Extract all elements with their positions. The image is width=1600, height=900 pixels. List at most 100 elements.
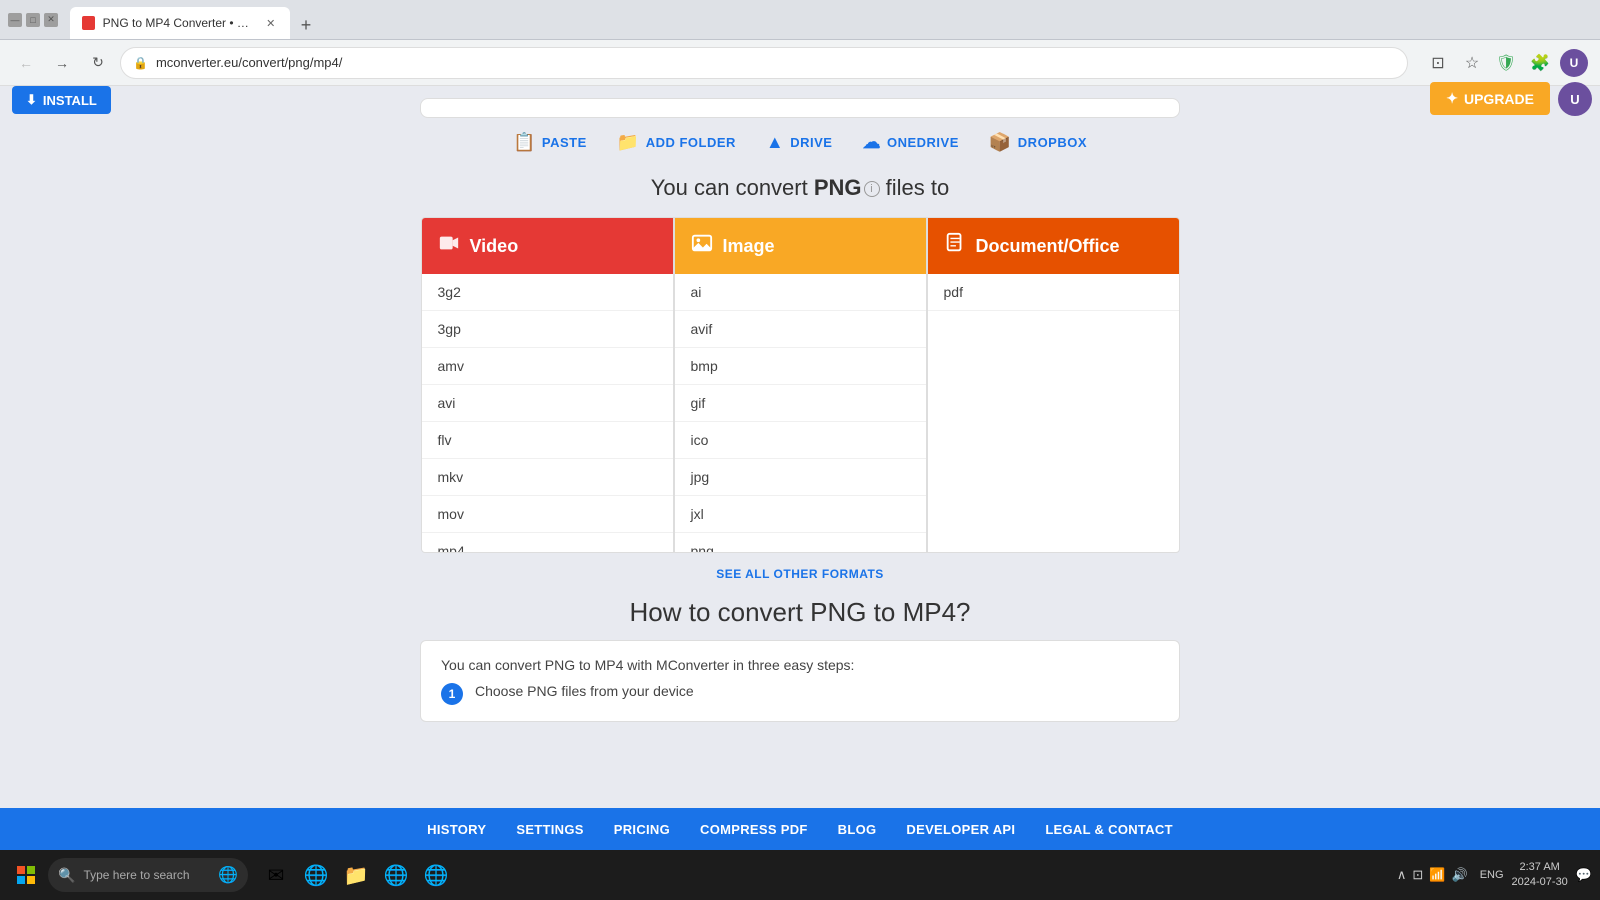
install-icon: ⬇ bbox=[26, 92, 37, 108]
list-item[interactable]: amv bbox=[422, 348, 673, 385]
profile-avatar[interactable]: U bbox=[1560, 49, 1588, 77]
taskbar-chrome-3[interactable]: 🌐 bbox=[418, 857, 454, 893]
cast-icon[interactable]: ⊡ bbox=[1424, 49, 1452, 77]
drive-icon: ▲ bbox=[766, 132, 784, 153]
list-item[interactable]: pdf bbox=[928, 274, 1179, 311]
video-card-title: Video bbox=[470, 236, 519, 257]
taskbar-chrome-2[interactable]: 🌐 bbox=[378, 857, 414, 893]
info-icon[interactable]: i bbox=[864, 181, 880, 197]
footer-settings[interactable]: SETTINGS bbox=[516, 822, 583, 837]
add-folder-label: ADD FOLDER bbox=[646, 135, 736, 150]
language-badge[interactable]: ENG bbox=[1480, 869, 1504, 881]
upgrade-star-icon: ✦ bbox=[1446, 90, 1458, 107]
footer-pricing[interactable]: PRICING bbox=[614, 822, 670, 837]
footer-developer-api[interactable]: DEVELOPER API bbox=[906, 822, 1015, 837]
footer-legal[interactable]: LEGAL & CONTACT bbox=[1045, 822, 1173, 837]
taskbar-apps: ✉ 🌐 📁 🌐 🌐 bbox=[258, 857, 454, 893]
list-item[interactable]: bmp bbox=[675, 348, 926, 385]
paste-label: PASTE bbox=[542, 135, 587, 150]
paste-button[interactable]: 📋 PASTE bbox=[513, 132, 587, 153]
taskbar-mail[interactable]: ✉ bbox=[258, 857, 294, 893]
drive-label: DRIVE bbox=[790, 135, 832, 150]
upgrade-button[interactable]: ✦ UPGRADE bbox=[1430, 82, 1550, 115]
minimize-button[interactable]: — bbox=[8, 13, 22, 27]
forward-button[interactable]: → bbox=[48, 49, 76, 77]
convert-heading: You can convert PNGi files to bbox=[0, 175, 1600, 201]
extensions-icon[interactable]: 🧩 bbox=[1526, 49, 1554, 77]
list-item[interactable]: gif bbox=[675, 385, 926, 422]
heading-prefix: You can convert bbox=[651, 175, 814, 200]
restore-button[interactable]: □ bbox=[26, 13, 40, 27]
image-card-header: Image bbox=[675, 218, 926, 274]
extension-icon[interactable]: 🛡 bbox=[1492, 49, 1520, 77]
taskbar-chrome-1[interactable]: 🌐 bbox=[298, 857, 334, 893]
back-button[interactable]: ← bbox=[12, 49, 40, 77]
tray-up-arrow[interactable]: ∧ bbox=[1397, 867, 1407, 883]
bookmark-icon[interactable]: ☆ bbox=[1458, 49, 1486, 77]
dropbox-button[interactable]: 📦 DROPBOX bbox=[989, 132, 1087, 153]
taskbar-search[interactable]: 🔍 Type here to search 🌐 bbox=[48, 858, 248, 892]
dropbox-label: DROPBOX bbox=[1018, 135, 1087, 150]
tray-volume[interactable]: 🔊 bbox=[1452, 867, 1468, 883]
taskbar-right: ∧ ⊡ 📶 🔊 ENG 2:37 AM 2024-07-30 💬 bbox=[1397, 860, 1592, 891]
folder-icon: 📁 bbox=[617, 132, 640, 153]
system-tray: ∧ ⊡ 📶 🔊 bbox=[1397, 867, 1468, 883]
see-all-formats-link[interactable]: SEE ALL OTHER FORMATS bbox=[0, 567, 1600, 581]
onedrive-label: ONEDRIVE bbox=[887, 135, 959, 150]
lock-icon: 🔒 bbox=[133, 56, 148, 70]
list-item[interactable]: avif bbox=[675, 311, 926, 348]
install-button[interactable]: ⬇ INSTALL bbox=[12, 86, 111, 114]
user-avatar[interactable]: U bbox=[1558, 82, 1592, 116]
search-icon: 🔍 bbox=[58, 867, 75, 884]
tab-close-button[interactable]: ✕ bbox=[264, 15, 278, 31]
image-icon bbox=[691, 232, 713, 260]
list-item[interactable]: 3gp bbox=[422, 311, 673, 348]
notification-icon[interactable]: 💬 bbox=[1576, 867, 1592, 883]
instructions-intro: You can convert PNG to MP4 with MConvert… bbox=[441, 657, 1159, 673]
list-item[interactable]: ico bbox=[675, 422, 926, 459]
list-item[interactable]: 3g2 bbox=[422, 274, 673, 311]
close-button[interactable]: ✕ bbox=[44, 13, 58, 27]
video-format-list[interactable]: 3g2 3gp amv avi flv mkv mov mp4 mpeg web… bbox=[422, 274, 673, 552]
upload-area[interactable] bbox=[420, 98, 1180, 118]
tab-active[interactable]: PNG to MP4 Converter • Online ✕ bbox=[70, 7, 290, 39]
list-item[interactable]: mov bbox=[422, 496, 673, 533]
drive-button[interactable]: ▲ DRIVE bbox=[766, 132, 833, 153]
footer-compress-pdf[interactable]: COMPRESS PDF bbox=[700, 822, 808, 837]
nav-bar: ← → ↻ 🔒 mconverter.eu/convert/png/mp4/ ⊡… bbox=[0, 40, 1600, 86]
image-format-list[interactable]: ai avif bmp gif ico jpg jxl png svg tiff bbox=[675, 274, 926, 552]
list-item[interactable]: flv bbox=[422, 422, 673, 459]
tray-screen[interactable]: ⊡ bbox=[1412, 867, 1423, 883]
video-format-card: Video 3g2 3gp amv avi flv mkv mov mp4 mp… bbox=[421, 217, 674, 553]
tab-favicon bbox=[82, 16, 95, 30]
address-bar[interactable]: 🔒 mconverter.eu/convert/png/mp4/ bbox=[120, 47, 1408, 79]
taskbar-folder[interactable]: 📁 bbox=[338, 857, 374, 893]
refresh-button[interactable]: ↻ bbox=[84, 49, 112, 77]
list-item[interactable]: jxl bbox=[675, 496, 926, 533]
document-format-card: Document/Office pdf bbox=[927, 217, 1180, 553]
footer-history[interactable]: HISTORY bbox=[427, 822, 486, 837]
add-folder-button[interactable]: 📁 ADD FOLDER bbox=[617, 132, 736, 153]
paste-icon: 📋 bbox=[513, 132, 536, 153]
taskbar: 🔍 Type here to search 🌐 ✉ 🌐 📁 🌐 🌐 ∧ ⊡ 📶 … bbox=[0, 850, 1600, 900]
taskbar-clock[interactable]: 2:37 AM 2024-07-30 bbox=[1512, 860, 1568, 891]
format-cards: Video 3g2 3gp amv avi flv mkv mov mp4 mp… bbox=[405, 217, 1195, 553]
how-to-heading: How to convert PNG to MP4? bbox=[0, 597, 1600, 628]
start-button[interactable] bbox=[8, 857, 44, 893]
list-item[interactable]: avi bbox=[422, 385, 673, 422]
tray-network[interactable]: 📶 bbox=[1429, 867, 1445, 883]
list-item[interactable]: mkv bbox=[422, 459, 673, 496]
tab-bar: PNG to MP4 Converter • Online ✕ + bbox=[70, 0, 320, 39]
onedrive-button[interactable]: ☁ ONEDRIVE bbox=[862, 132, 958, 153]
footer-blog[interactable]: BLOG bbox=[838, 822, 877, 837]
new-tab-button[interactable]: + bbox=[292, 11, 320, 39]
document-format-list[interactable]: pdf bbox=[928, 274, 1179, 311]
list-item[interactable]: mp4 bbox=[422, 533, 673, 552]
list-item[interactable]: png bbox=[675, 533, 926, 552]
list-item[interactable]: ai bbox=[675, 274, 926, 311]
video-icon bbox=[438, 232, 460, 260]
action-buttons: 📋 PASTE 📁 ADD FOLDER ▲ DRIVE ☁ ONEDRIVE … bbox=[0, 118, 1600, 167]
document-card-title: Document/Office bbox=[976, 236, 1120, 257]
video-card-header: Video bbox=[422, 218, 673, 274]
list-item[interactable]: jpg bbox=[675, 459, 926, 496]
